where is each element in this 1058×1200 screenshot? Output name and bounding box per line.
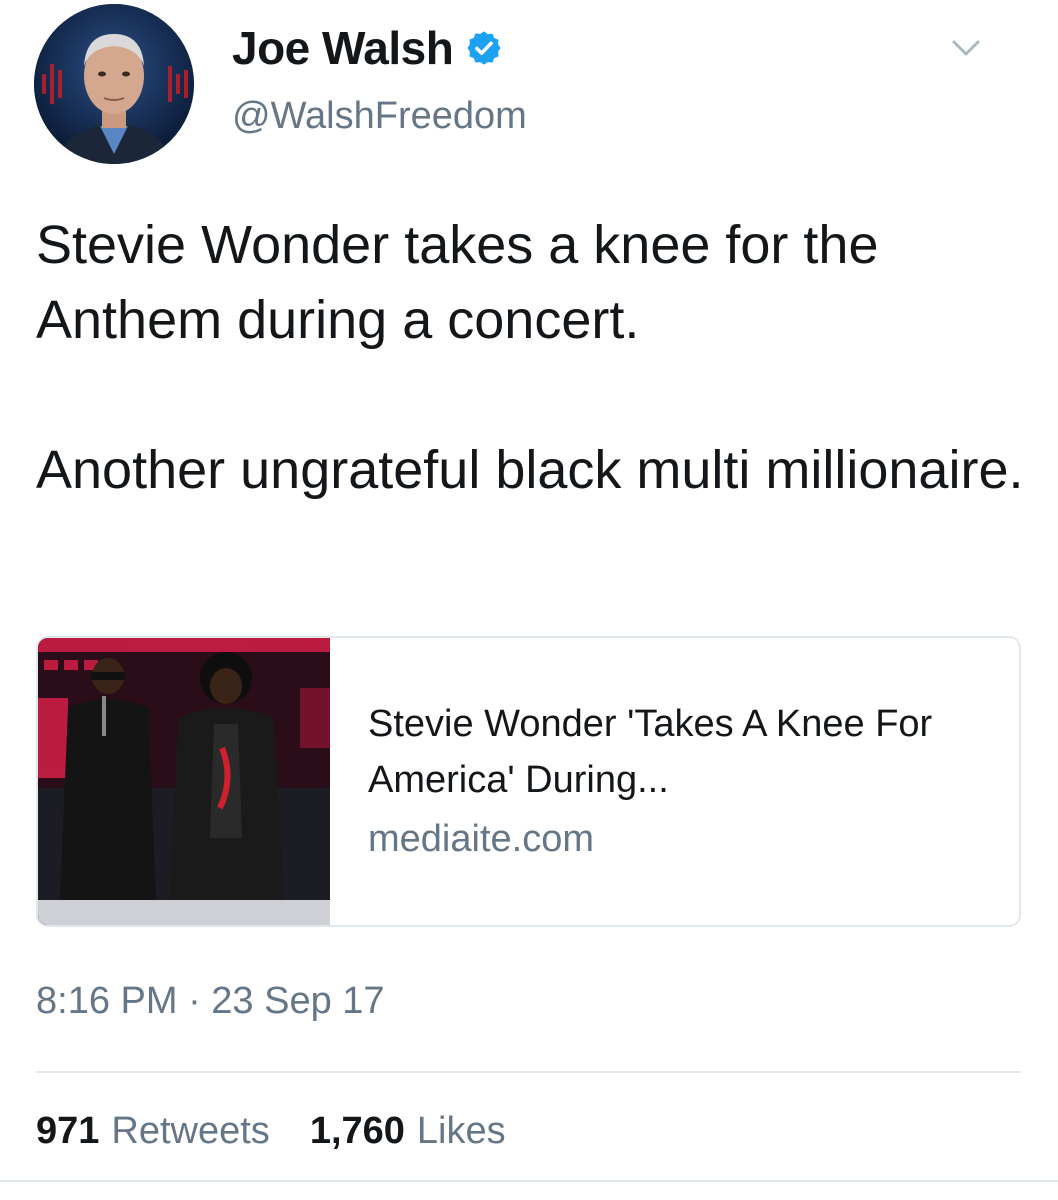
tweet: Joe Walsh @WalshFreedom Stevie Wonder ta… xyxy=(0,0,1058,1200)
likes-count: 1,760 xyxy=(309,1110,405,1152)
likes-stat[interactable]: 1,760 Likes xyxy=(310,1110,506,1153)
tweet-stats: 971 Retweets 1,760 Likes xyxy=(36,1110,546,1153)
avatar[interactable] xyxy=(34,4,194,164)
tweet-timestamp[interactable]: 8:16 PM · 23 Sep 17 xyxy=(36,980,385,1023)
card-title[interactable]: Stevie Wonder 'Takes A Knee For America'… xyxy=(368,696,988,808)
retweets-label: Retweets xyxy=(111,1110,270,1152)
link-preview-card[interactable]: Stevie Wonder 'Takes A Knee For America'… xyxy=(36,636,1021,927)
card-body: Stevie Wonder 'Takes A Knee For America'… xyxy=(368,696,988,861)
tweet-paragraph: Another ungrateful black multi millionai… xyxy=(36,440,1024,500)
chevron-down-icon[interactable] xyxy=(950,32,982,64)
tweet-text: Stevie Wonder takes a knee for the Anthe… xyxy=(36,208,1026,508)
retweets-count: 971 xyxy=(36,1110,100,1152)
display-name[interactable]: Joe Walsh xyxy=(232,21,454,75)
avatar-image xyxy=(34,4,194,164)
retweets-stat[interactable]: 971 Retweets xyxy=(36,1110,270,1153)
card-thumbnail xyxy=(38,638,330,925)
name-row: Joe Walsh xyxy=(232,20,503,76)
divider xyxy=(0,1180,1058,1182)
likes-label: Likes xyxy=(416,1110,506,1152)
verified-icon xyxy=(465,29,503,67)
card-domain: mediaite.com xyxy=(368,818,594,860)
tweet-paragraph: Stevie Wonder takes a knee for the Anthe… xyxy=(36,215,879,350)
card-thumbnail-image xyxy=(38,638,330,925)
divider xyxy=(36,1071,1021,1073)
user-handle[interactable]: @WalshFreedom xyxy=(232,95,527,138)
